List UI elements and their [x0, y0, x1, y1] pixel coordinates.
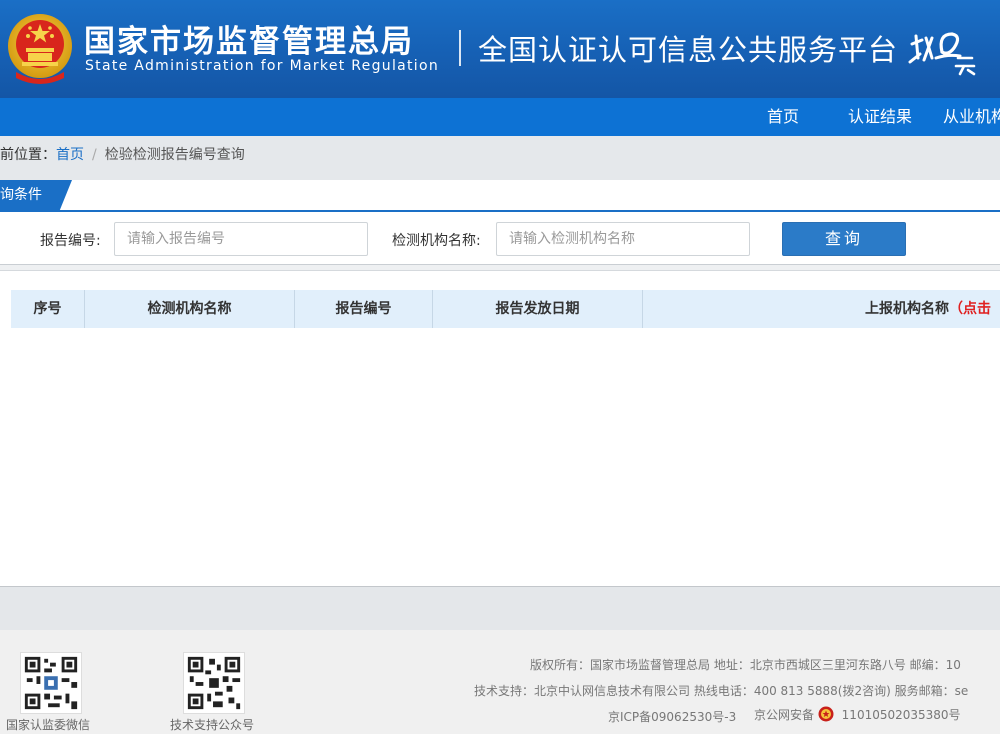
nav-item-practitioner-orgs[interactable]: 从业机构	[943, 98, 1000, 136]
breadcrumb: 前位置：首页 / 检验检测报告编号查询	[0, 136, 1000, 180]
content-bottom-band	[0, 586, 1000, 630]
col-header-reporting-org: 上报机构名称（点击	[865, 290, 1000, 328]
main-nav: 首页 认证结果 从业机构	[0, 98, 1000, 136]
section-divider	[0, 265, 1000, 271]
footer-copyright-line: 版权所有：国家市场监督管理总局 地址：北京市西城区三里河东路八号 邮编：10	[530, 658, 961, 672]
report-no-label: 报告编号:	[40, 233, 101, 249]
police-badge-icon	[818, 706, 834, 722]
header-divider	[459, 30, 461, 66]
qr1-caption: 国家认监委微信	[6, 718, 91, 732]
police-number[interactable]: 11010502035380号	[842, 708, 961, 722]
site-footer: 国家认监委微信 技术支持公众号 版权所有：国家市场监督管理总局 地址：北京市西城…	[0, 630, 1000, 734]
query-button[interactable]: 查询	[782, 222, 906, 256]
col-header-org-name: 检测机构名称	[85, 290, 295, 328]
col-header-report-no: 报告编号	[295, 290, 433, 328]
footer-icp[interactable]: 京ICP备09062530号-3	[608, 708, 736, 725]
qr-code-support-icon	[183, 652, 245, 714]
breadcrumb-current: 检验检测报告编号查询	[104, 147, 245, 163]
icp-number[interactable]: 京ICP备09062530号-3	[608, 710, 736, 724]
report-no-input[interactable]	[114, 222, 368, 256]
query-conditions-bar: 询条件	[0, 180, 1000, 212]
org-name-input[interactable]	[496, 222, 750, 256]
org-name-label: 检测机构名称:	[392, 233, 481, 249]
qr-code-wechat-icon	[20, 652, 82, 714]
nav-item-cert-results[interactable]: 认证结果	[848, 98, 912, 136]
footer-support-line: 技术支持：北京中认网信息技术有限公司 热线电话：400 813 5888(拨2咨…	[474, 684, 969, 698]
nav-item-home[interactable]: 首页	[767, 98, 799, 136]
col-header-reporting-org-label: 上报机构名称	[865, 301, 949, 317]
brand-logo-icon[interactable]	[908, 28, 978, 76]
col-header-issue-date: 报告发放日期	[433, 290, 643, 328]
breadcrumb-prefix: 前位置：	[0, 147, 56, 163]
org-name-en: State Administration for Market Regulati…	[85, 58, 440, 74]
results-table-header: 序号 检测机构名称 报告编号 报告发放日期 上报机构名称（点击	[11, 290, 1000, 328]
qr2-caption: 技术支持公众号	[170, 718, 255, 732]
query-form: 报告编号: 检测机构名称: 查询	[0, 212, 1000, 265]
footer-police-record[interactable]: 京公网安备 11010502035380号	[754, 706, 961, 723]
col-header-click-hint: （点击	[949, 301, 991, 317]
col-header-index: 序号	[11, 290, 85, 328]
breadcrumb-home-link[interactable]: 首页	[56, 147, 84, 163]
query-conditions-tab: 询条件	[0, 180, 72, 212]
platform-title: 全国认证认可信息公共服务平台	[478, 33, 899, 67]
police-prefix: 京公网安备	[754, 708, 815, 722]
org-name-cn: 国家市场监督管理总局	[84, 24, 414, 60]
breadcrumb-separator: /	[92, 147, 97, 163]
national-emblem-icon	[8, 14, 72, 84]
site-header: 国家市场监督管理总局 State Administration for Mark…	[0, 0, 1000, 98]
